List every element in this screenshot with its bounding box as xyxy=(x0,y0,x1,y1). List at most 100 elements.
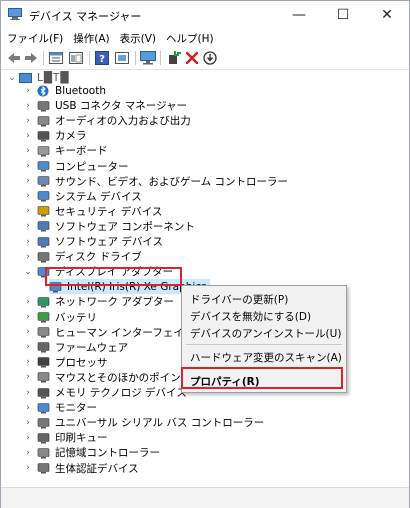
tree-category-item[interactable]: ソフトウェア コンポーネント xyxy=(37,219,195,234)
tree-expand-caret[interactable]: › xyxy=(23,204,33,219)
bluetooth-icon xyxy=(37,85,50,97)
firmware-icon xyxy=(37,341,50,353)
tree-expand-caret[interactable]: › xyxy=(23,174,33,189)
tree-category-item[interactable]: ネットワーク アダプター xyxy=(37,294,174,309)
tree-category-item[interactable]: ファームウェア xyxy=(37,340,128,355)
menu-file[interactable]: ファイル(F) xyxy=(3,31,67,46)
tree-expand-caret[interactable]: › xyxy=(23,234,33,249)
forward-button[interactable] xyxy=(23,50,39,66)
system-icon xyxy=(37,190,50,202)
storage-icon xyxy=(37,447,50,459)
tree-item-label: 記憶域コントローラー xyxy=(55,447,160,460)
menu-help[interactable]: ヘルプ(H) xyxy=(162,31,218,46)
tree-expand-caret[interactable]: › xyxy=(23,219,33,234)
ctx-uninstall-device[interactable]: デバイスのアンインストール(U) xyxy=(190,326,341,341)
minimize-button[interactable]: — xyxy=(277,1,321,29)
tree-category-item[interactable]: ユニバーサル シリアル バス コントローラー xyxy=(37,415,264,430)
tree-item-label: ファームウェア xyxy=(55,341,129,354)
tree-expand-caret[interactable]: › xyxy=(23,385,33,400)
tree-category-item[interactable]: プロセッサ xyxy=(37,355,108,370)
tree-category-item[interactable]: マウスとそのほかのポインティ xyxy=(37,370,201,385)
show-hide-console-button[interactable] xyxy=(68,50,84,66)
selected-device-highlight xyxy=(45,267,182,286)
tree-expand-caret[interactable]: › xyxy=(23,143,33,158)
tree-item-label: バッテリ xyxy=(55,311,97,324)
tree-category-item[interactable]: キーボード xyxy=(37,143,108,158)
root-collapse-caret[interactable]: ⌄ xyxy=(7,70,17,85)
uninstall-toolbar-button[interactable] xyxy=(184,50,200,66)
view-toolbar-button[interactable] xyxy=(114,50,130,66)
maximize-icon: ☐ xyxy=(336,7,350,23)
tree-category-item[interactable]: オーディオの入力および出力 xyxy=(37,113,191,128)
usb-controller-icon xyxy=(37,417,50,429)
add-driver-toolbar-button[interactable] xyxy=(166,50,182,66)
scan-hardware-toolbar-button[interactable] xyxy=(140,50,156,66)
monitor-scan-icon xyxy=(140,51,156,65)
keyboard-icon xyxy=(37,145,50,157)
tree-category-item[interactable]: ディスク ドライブ xyxy=(37,249,142,264)
tree-expand-caret[interactable]: › xyxy=(23,189,33,204)
tree-expand-caret[interactable]: ⌄ xyxy=(23,264,33,279)
back-button[interactable] xyxy=(6,50,22,66)
tree-expand-caret[interactable]: › xyxy=(23,325,33,340)
tree-category-item[interactable]: サウンド、ビデオ、およびゲーム コントローラー xyxy=(37,174,288,189)
tree-expand-caret[interactable]: › xyxy=(23,159,33,174)
tree-category-item[interactable]: モニター xyxy=(37,400,97,415)
ctx-update-driver[interactable]: ドライバーの更新(P) xyxy=(190,292,288,307)
tree-item-label: USB コネクタ マネージャー xyxy=(55,100,188,113)
tree-category-item[interactable]: Bluetooth xyxy=(37,83,106,98)
tree-category-item[interactable]: バッテリ xyxy=(37,310,97,325)
tree-expand-caret[interactable]: › xyxy=(23,310,33,325)
help-icon: ? xyxy=(95,51,109,65)
tree-category-item[interactable]: 印刷キュー xyxy=(37,430,108,445)
tree-expand-caret[interactable]: › xyxy=(23,340,33,355)
tree-expand-caret[interactable]: › xyxy=(23,370,33,385)
tree-category-item[interactable]: セキュリティ デバイス xyxy=(37,204,162,219)
tree-expand-caret[interactable]: › xyxy=(23,98,33,113)
tree-expand-caret[interactable]: › xyxy=(23,83,33,98)
close-icon: ✕ xyxy=(381,7,393,23)
tree-expand-caret[interactable]: › xyxy=(23,461,33,476)
tree-expand-caret[interactable]: › xyxy=(23,355,33,370)
hid-icon xyxy=(37,326,50,338)
tree-expand-caret[interactable]: › xyxy=(23,249,33,264)
tree-item-label: ネットワーク アダプター xyxy=(55,296,174,309)
ctx-disable-device[interactable]: デバイスを無効にする(D) xyxy=(190,309,311,324)
uninstall-x-icon xyxy=(186,52,198,64)
software-component-icon xyxy=(37,220,50,232)
device-manager-window: デバイス マネージャー — ☐ ✕ ファイル(F) 操作(A) 表示(V) ヘル… xyxy=(0,0,410,508)
computer-icon xyxy=(37,160,50,172)
menu-action[interactable]: 操作(A) xyxy=(69,31,113,46)
tree-category-item[interactable]: メモリ テクノロジ デバイス xyxy=(37,385,187,400)
add-driver-icon xyxy=(169,51,181,64)
tree-expand-caret[interactable]: › xyxy=(23,113,33,128)
tree-expand-caret[interactable]: › xyxy=(23,445,33,460)
sound-icon xyxy=(37,175,50,187)
tree-expand-caret[interactable]: › xyxy=(23,294,33,309)
tree-category-item[interactable]: コンピューター xyxy=(37,159,129,174)
tree-category-item[interactable]: USB コネクタ マネージャー xyxy=(37,98,187,113)
security-icon xyxy=(37,205,50,217)
properties-toolbar-button[interactable] xyxy=(48,50,64,66)
maximize-button[interactable]: ☐ xyxy=(321,1,365,29)
toolbar: ? xyxy=(1,47,409,70)
tree-expand-caret[interactable]: › xyxy=(23,430,33,445)
close-button[interactable]: ✕ xyxy=(365,1,409,29)
toolbar-separator xyxy=(89,51,90,65)
ctx-scan-hardware[interactable]: ハードウェア変更のスキャン(A) xyxy=(190,350,342,365)
tree-category-item[interactable]: カメラ xyxy=(37,128,87,143)
tree-expand-caret[interactable]: › xyxy=(23,128,33,143)
tree-item-label: モニター xyxy=(55,402,97,415)
tree-category-item[interactable]: 記憶域コントローラー xyxy=(37,445,160,460)
tree-category-item[interactable]: 生体認証デバイス xyxy=(37,461,139,476)
tree-category-item[interactable]: システム デバイス xyxy=(37,189,142,204)
help-toolbar-button[interactable]: ? xyxy=(94,50,110,66)
tree-category-item[interactable]: ソフトウェア デバイス xyxy=(37,234,163,249)
update-driver-toolbar-button[interactable] xyxy=(202,50,218,66)
back-arrow-icon xyxy=(8,53,20,63)
tree-expand-caret[interactable]: › xyxy=(23,415,33,430)
tree-expand-caret[interactable]: › xyxy=(23,400,33,415)
menu-view[interactable]: 表示(V) xyxy=(116,31,160,46)
speaker-icon xyxy=(37,115,50,127)
computer-root-icon xyxy=(19,72,32,83)
